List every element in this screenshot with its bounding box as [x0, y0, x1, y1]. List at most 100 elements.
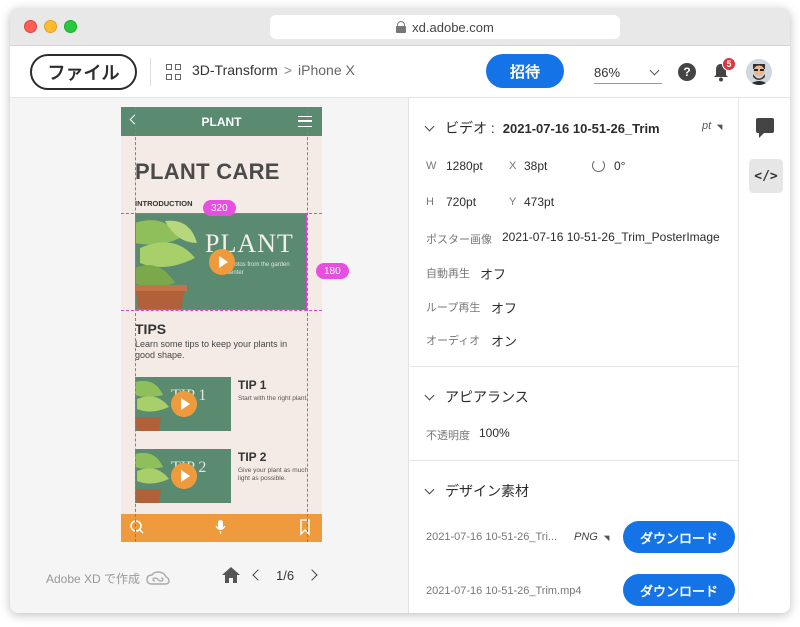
height-value[interactable]: 720pt: [446, 195, 476, 209]
page-navigation: 1/6: [222, 567, 318, 583]
canvas-area: PLANT PLANT CARE INTRODUCTION PLANT Phot…: [10, 98, 409, 613]
appearance-section-label: アピアランス: [445, 389, 529, 405]
toolbar-divider: [150, 58, 151, 86]
hamburger-menu-icon[interactable]: [298, 116, 312, 127]
height-label: H: [426, 196, 434, 208]
autoplay-label: 自動再生: [426, 268, 470, 280]
artboard-title: PLANT CARE: [135, 159, 280, 184]
poster-label: ポスター画像: [426, 234, 492, 246]
lock-icon: [396, 21, 407, 33]
x-label: X: [509, 160, 517, 172]
audio-value[interactable]: オン: [491, 331, 517, 350]
tip-2-desc: Give your plant as much light as possibl…: [238, 467, 309, 482]
guide-line-bottom: [121, 310, 322, 311]
download-button-2[interactable]: ダウンロード: [623, 574, 735, 606]
minimize-window-button[interactable]: [44, 20, 57, 33]
inspect-panel: ビデオ : 2021-07-16 10-51-26_Trim pt W 1280…: [410, 98, 738, 613]
zoom-select[interactable]: 86%: [594, 62, 662, 84]
artboard-preview[interactable]: PLANT PLANT CARE INTRODUCTION PLANT Phot…: [121, 107, 322, 542]
width-measure-badge: 320: [203, 200, 236, 216]
guide-line-left: [135, 107, 136, 542]
y-label: Y: [509, 196, 517, 208]
opacity-label: 不透明度: [426, 430, 470, 442]
section-divider: [410, 460, 738, 461]
rotate-icon: [592, 159, 605, 172]
close-window-button[interactable]: [24, 20, 37, 33]
asset-1-format-select[interactable]: PNG: [574, 531, 613, 543]
unit-select[interactable]: pt: [702, 120, 726, 132]
appearance-section-header[interactable]: アピアランス: [424, 387, 529, 407]
title-bar: xd.adobe.com: [10, 8, 790, 46]
poster-value[interactable]: 2021-07-16 10-51-26_Trim_PosterImage: [502, 230, 720, 244]
browser-window: xd.adobe.com ファイル 3D-Transform > iPhone …: [10, 8, 790, 613]
guide-line-right: [307, 107, 308, 542]
previous-page-icon[interactable]: [252, 569, 264, 581]
video-section-header[interactable]: ビデオ : 2021-07-16 10-51-26_Trim: [424, 118, 660, 138]
tip-1-title: TIP 1: [238, 378, 267, 392]
tip-1-video[interactable]: TIP 1: [135, 377, 231, 431]
artboard-header: PLANT: [121, 107, 322, 136]
dropdown-triangle-icon: [603, 532, 613, 542]
right-rail: </>: [738, 98, 790, 613]
zoom-window-button[interactable]: [64, 20, 77, 33]
play-icon[interactable]: [171, 463, 197, 489]
breadcrumb: 3D-Transform > iPhone X: [192, 62, 355, 78]
rotation-value[interactable]: 0°: [614, 159, 625, 173]
avatar-image: [746, 59, 772, 85]
help-icon[interactable]: ?: [678, 63, 696, 81]
assets-section-header[interactable]: デザイン素材: [424, 481, 529, 501]
tab-bar-icons: [130, 519, 310, 536]
chevron-down-icon: [424, 390, 435, 400]
chevron-down-icon: [424, 121, 435, 131]
asset-1-name: 2021-07-16 10-51-26_Tri...: [426, 531, 558, 543]
breadcrumb-chevron-icon: >: [283, 62, 293, 78]
autoplay-value[interactable]: オフ: [480, 264, 506, 283]
notification-badge: 5: [722, 57, 736, 71]
zoom-value: 86%: [594, 65, 621, 80]
play-icon[interactable]: [171, 391, 197, 417]
assets-section-label: デザイン素材: [445, 483, 529, 499]
x-value[interactable]: 38pt: [524, 159, 547, 173]
download-button-1[interactable]: ダウンロード: [623, 521, 735, 553]
height-measure-badge: 180: [316, 263, 349, 279]
file-button[interactable]: ファイル: [30, 54, 137, 90]
inspect-code-tab[interactable]: </>: [749, 159, 783, 193]
tip-2-video[interactable]: TIP 2: [135, 449, 231, 503]
loop-value[interactable]: オフ: [491, 298, 517, 317]
breadcrumb-project[interactable]: 3D-Transform: [192, 62, 278, 78]
artboard-header-title: PLANT: [201, 114, 242, 129]
xd-credit-text: Adobe XD で作成: [46, 572, 141, 586]
home-icon[interactable]: [222, 567, 240, 583]
url-text: xd.adobe.com: [412, 19, 494, 35]
tip-2-title: TIP 2: [238, 450, 267, 464]
section-divider: [410, 366, 738, 367]
tip-1-desc: Start with the right plant.: [238, 395, 309, 402]
loop-label: ループ再生: [426, 302, 481, 314]
comment-icon[interactable]: [756, 118, 774, 138]
artboard-tab-bar: [121, 514, 322, 542]
xd-toolbar: ファイル 3D-Transform > iPhone X 招待 86% ? 5: [10, 46, 790, 98]
address-bar[interactable]: xd.adobe.com: [270, 15, 620, 39]
avatar[interactable]: [746, 59, 772, 85]
width-value[interactable]: 1280pt: [446, 159, 483, 173]
y-value[interactable]: 473pt: [524, 195, 554, 209]
breadcrumb-artboard[interactable]: iPhone X: [298, 62, 355, 78]
artboard-intro-label: INTRODUCTION: [135, 199, 193, 208]
opacity-value[interactable]: 100%: [479, 426, 510, 440]
xd-credit: Adobe XD で作成: [46, 570, 170, 587]
page-indicator: 1/6: [276, 567, 295, 583]
creative-cloud-icon: [146, 570, 170, 585]
next-page-icon[interactable]: [306, 569, 318, 581]
selected-video-outline: [135, 213, 307, 310]
invite-button[interactable]: 招待: [486, 54, 564, 88]
chevron-down-icon: [649, 65, 660, 76]
tips-text: Learn some tips to keep your plants in g…: [135, 339, 288, 360]
dropdown-triangle-icon: [716, 121, 726, 131]
asset-1-format: PNG: [574, 531, 598, 543]
width-label: W: [426, 160, 437, 172]
tips-heading: TIPS: [135, 321, 167, 337]
video-section-label: ビデオ :: [445, 120, 495, 136]
asset-2-name: 2021-07-16 10-51-26_Trim.mp4: [426, 585, 582, 597]
audio-label: オーディオ: [426, 335, 481, 347]
grid-view-icon[interactable]: [166, 64, 182, 80]
